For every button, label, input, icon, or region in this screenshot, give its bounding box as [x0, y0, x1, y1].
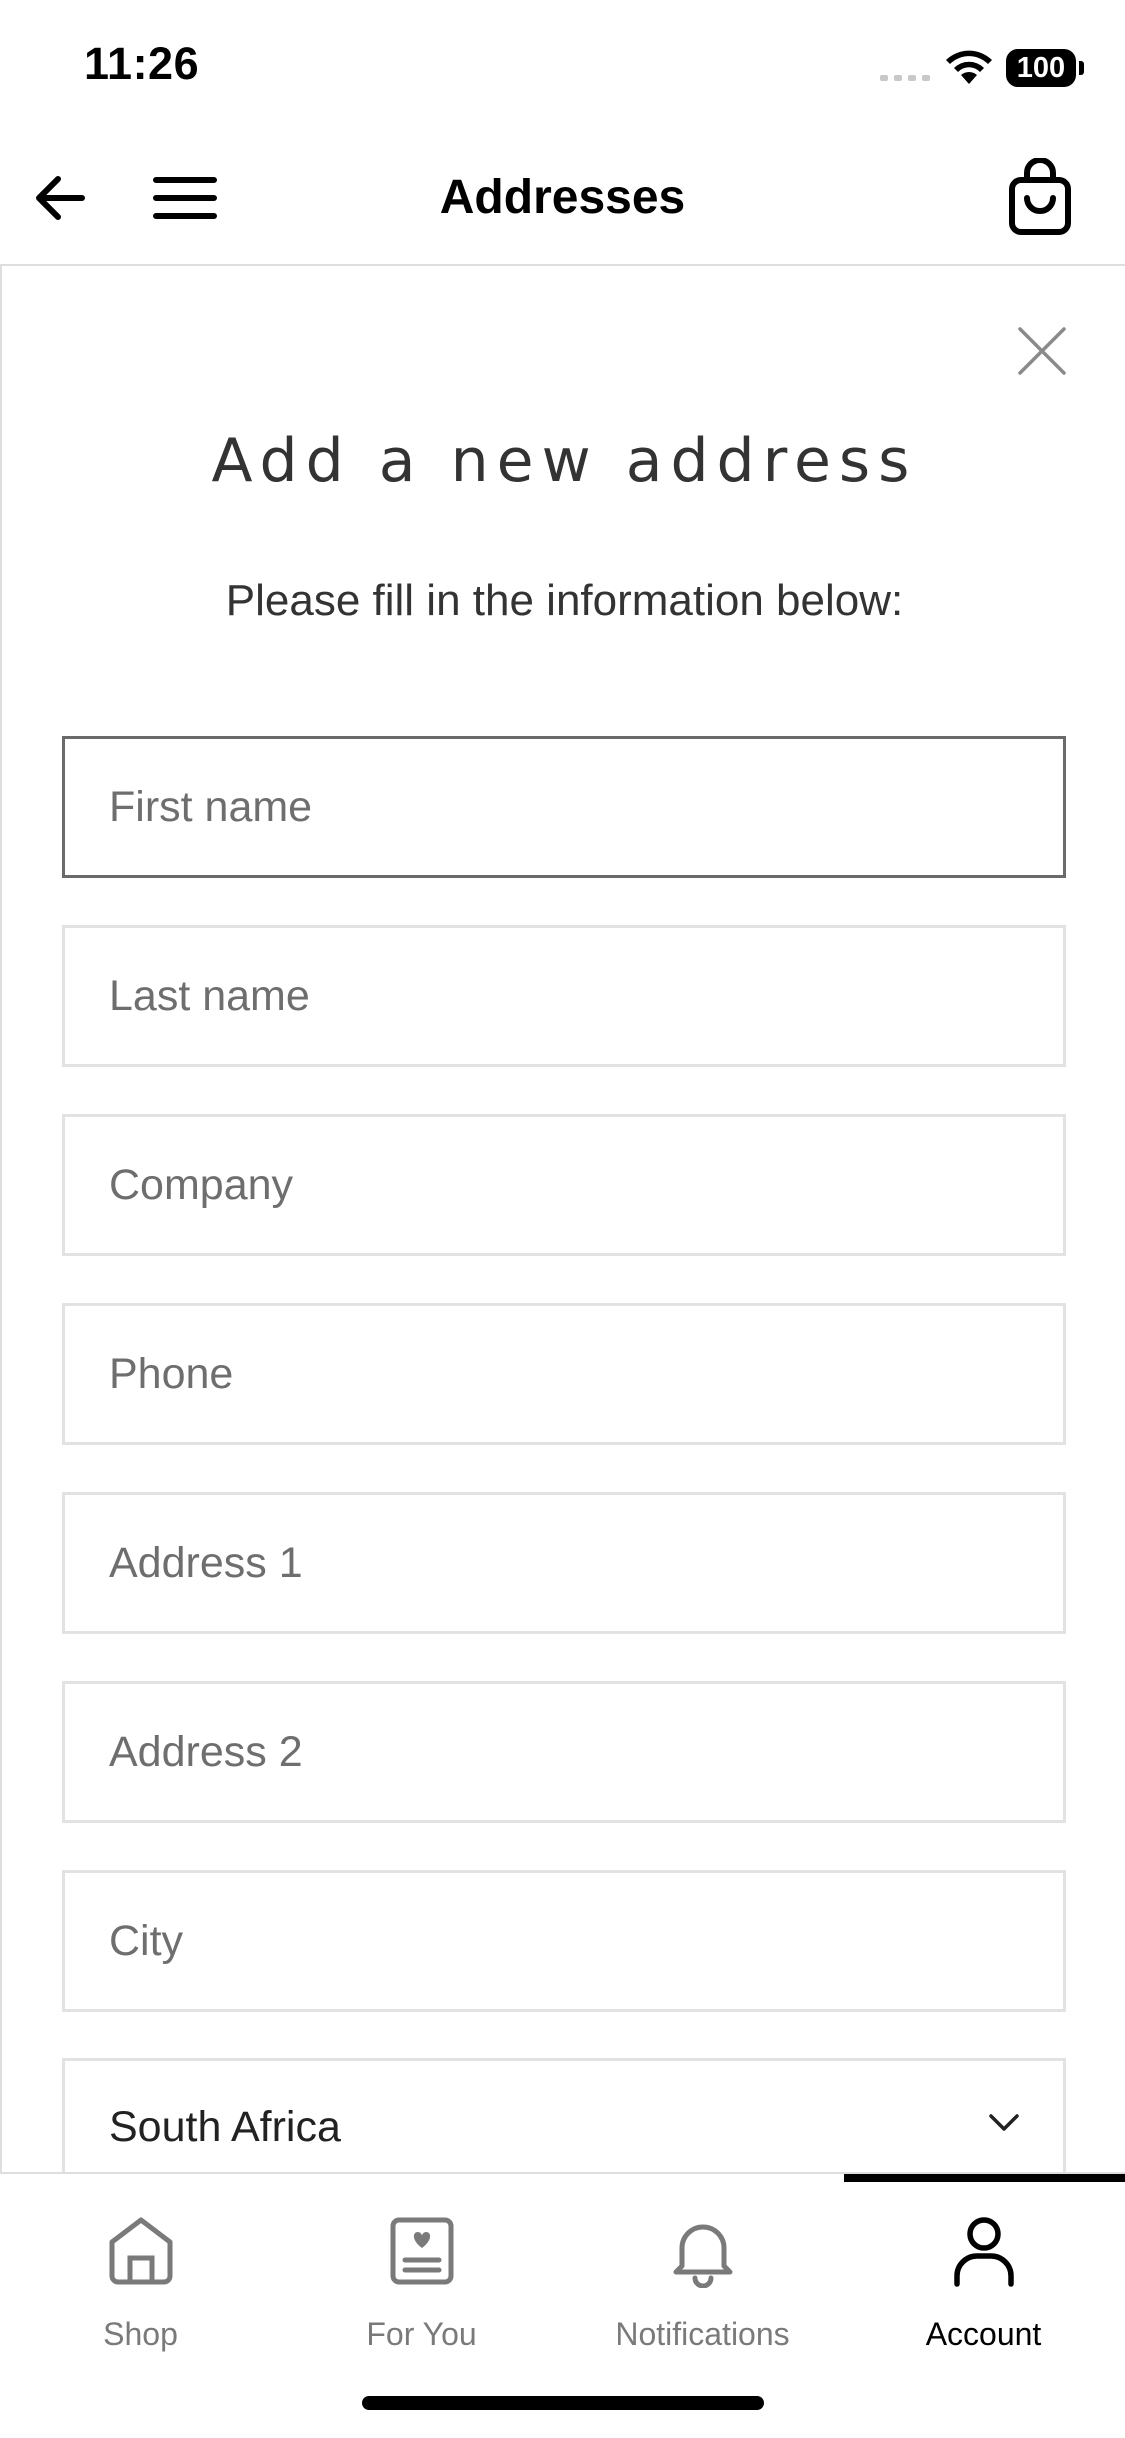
city-field[interactable]	[62, 1870, 1066, 2012]
tab-shop[interactable]: Shop	[0, 2174, 281, 2364]
home-indicator[interactable]	[362, 2396, 764, 2410]
bell-icon	[673, 2224, 733, 2288]
form-subtitle: Please fill in the information below:	[225, 576, 904, 625]
tab-account[interactable]: Account	[843, 2174, 1124, 2364]
tab-notifications[interactable]: Notifications	[562, 2174, 843, 2364]
shopping-bag-icon[interactable]	[1000, 158, 1080, 238]
user-icon	[954, 2217, 1014, 2287]
tab-label-account: Account	[925, 2316, 1042, 2352]
for-you-card-icon	[390, 2217, 454, 2285]
cellular-signal-icon	[880, 75, 930, 81]
home-icon	[109, 2217, 173, 2285]
tab-label-shop: Shop	[103, 2316, 178, 2352]
phone-field[interactable]	[62, 1303, 1066, 1445]
country-value: South Africa	[109, 2103, 341, 2151]
tab-for-you[interactable]: For You	[281, 2174, 562, 2364]
form-title: Add a new address	[211, 426, 918, 496]
add-address-panel: Add a new address Please fill in the inf…	[0, 266, 1125, 2172]
address1-field[interactable]	[62, 1492, 1066, 1634]
tab-label-notifications: Notifications	[615, 2316, 790, 2352]
status-time: 11:26	[84, 38, 200, 89]
first-name-field[interactable]	[62, 736, 1066, 878]
close-icon[interactable]	[1012, 321, 1072, 381]
tab-label-for-you: For You	[366, 2316, 477, 2352]
country-select[interactable]: South Africa	[62, 2058, 1066, 2172]
address2-field[interactable]	[62, 1681, 1066, 1823]
wifi-icon	[946, 50, 992, 84]
battery-icon: 100	[1006, 49, 1076, 87]
company-field[interactable]	[62, 1114, 1066, 1256]
battery-tip	[1079, 61, 1084, 75]
app-header: Addresses	[0, 130, 1125, 266]
page-title: Addresses	[439, 171, 686, 224]
status-bar: 11:26 100	[0, 0, 1125, 130]
last-name-field[interactable]	[62, 925, 1066, 1067]
chevron-down-icon	[989, 2114, 1019, 2131]
